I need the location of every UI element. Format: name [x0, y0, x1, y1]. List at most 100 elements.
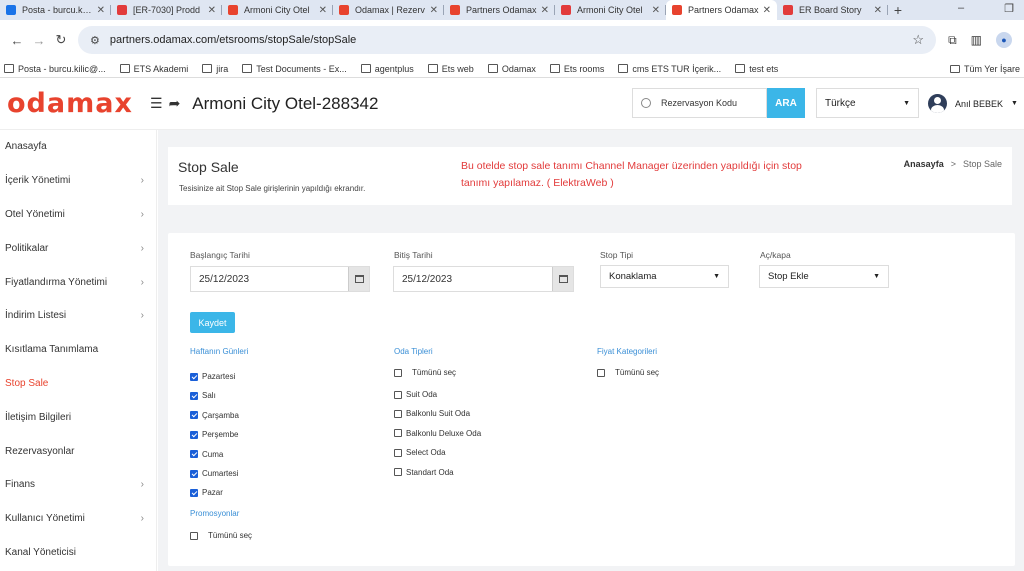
price-select-all[interactable]: Tümünü seç — [597, 368, 659, 377]
sidebar-item[interactable]: Fiyatlandırma Yönetimi › — [0, 265, 156, 299]
checkbox-icon[interactable] — [394, 409, 402, 418]
browser-tab[interactable]: Armoni City Otel ✕ — [222, 0, 333, 20]
redirect-arrow-icon[interactable]: ➦ — [169, 95, 181, 112]
day-checkbox[interactable]: Cumartesi — [190, 469, 238, 478]
checkbox-icon[interactable] — [394, 429, 402, 438]
reservation-search-input[interactable]: Rezervasyon Kodu — [632, 88, 767, 118]
forward-icon[interactable]: → — [28, 33, 50, 48]
close-tab-icon[interactable]: ✕ — [652, 5, 660, 16]
bookmark-item[interactable]: agentplus — [360, 64, 414, 74]
restore-icon[interactable]: ❐ — [1004, 2, 1014, 15]
close-tab-icon[interactable]: ✕ — [763, 5, 771, 16]
language-select[interactable]: Türkçe ▼ — [816, 88, 919, 118]
side-panel-icon[interactable]: ▥ — [971, 33, 982, 47]
browser-tab[interactable]: Armoni City Otel ✕ — [555, 0, 666, 20]
checkbox-icon[interactable] — [597, 368, 605, 377]
tab-favicon-icon — [228, 5, 238, 15]
bookmark-item[interactable]: cms ETS TUR İçerik... — [618, 64, 721, 74]
browser-tab[interactable]: [ER-7030] Prodd ✕ — [111, 0, 222, 20]
checkbox-icon[interactable] — [190, 430, 198, 439]
toggle-select[interactable]: Stop Ekle ▼ — [759, 265, 889, 288]
browser-tab[interactable]: Partners Odamax ✕ — [444, 0, 555, 20]
promotions-select-all[interactable]: Tümünü seç — [190, 531, 252, 540]
site-settings-icon[interactable]: ⚙ — [90, 34, 100, 47]
checkbox-icon[interactable] — [394, 368, 402, 377]
room-type-checkbox[interactable]: Balkonlu Suit Oda — [394, 409, 470, 418]
room-type-checkbox[interactable]: Suit Oda — [394, 390, 437, 399]
back-icon[interactable]: ← — [6, 33, 28, 48]
bookmark-item[interactable]: ETS Akademi — [119, 64, 188, 74]
browser-tab[interactable]: Partners Odamax ✕ — [666, 0, 777, 20]
checkbox-icon[interactable] — [394, 448, 402, 457]
minimize-icon[interactable]: – — [958, 2, 964, 15]
checkbox-icon[interactable] — [190, 450, 198, 459]
checkbox-icon[interactable] — [190, 372, 198, 381]
close-tab-icon[interactable]: ✕ — [430, 5, 438, 16]
close-tab-icon[interactable]: ✕ — [874, 5, 882, 16]
browser-tab[interactable]: Posta - burcu.kilic ✕ — [0, 0, 111, 20]
bookmark-item[interactable]: jira — [202, 64, 228, 74]
page-header: Stop Sale Tesisinize ait Stop Sale giriş… — [168, 147, 1012, 205]
sidebar-item[interactable]: Finans › — [0, 468, 156, 502]
day-checkbox[interactable]: Çarşamba — [190, 411, 239, 420]
room-type-checkbox[interactable]: Balkonlu Deluxe Oda — [394, 429, 481, 438]
rooms-select-all[interactable]: Tümünü seç — [394, 368, 456, 377]
save-button[interactable]: Kaydet — [190, 312, 235, 333]
bookmark-item[interactable]: Ets web — [427, 64, 474, 74]
bookmark-star-icon[interactable]: ☆ — [912, 32, 924, 48]
bookmark-item[interactable]: Posta - burcu.kilic@... — [4, 64, 106, 74]
checkbox-icon[interactable] — [190, 411, 198, 420]
bookmark-item[interactable]: test ets — [735, 64, 778, 74]
browser-tab[interactable]: Odamax | Rezerv ✕ — [333, 0, 444, 20]
odamax-logo[interactable]: odamax — [0, 88, 148, 119]
day-checkbox[interactable]: Perşembe — [190, 430, 238, 439]
sidebar-item[interactable]: İletişim Bilgileri — [0, 400, 156, 434]
checkbox-icon[interactable] — [190, 469, 198, 478]
sidebar-item[interactable]: Kanal Yöneticisi — [0, 536, 156, 570]
tab-favicon-icon — [672, 5, 682, 15]
all-bookmarks[interactable]: Tüm Yer İşare — [949, 64, 1020, 74]
sidebar-item[interactable]: Kullanıcı Yönetimi › — [0, 502, 156, 536]
calendar-icon[interactable] — [348, 267, 369, 291]
sidebar-item[interactable]: Rezervasyonlar — [0, 434, 156, 468]
reload-icon[interactable]: ↻ — [50, 32, 72, 48]
calendar-icon[interactable] — [552, 267, 573, 291]
end-date-input[interactable]: 25/12/2023 — [393, 266, 574, 292]
stop-type-select[interactable]: Konaklama ▼ — [600, 265, 729, 288]
room-type-checkbox[interactable]: Select Oda — [394, 448, 446, 457]
search-button[interactable]: ARA — [767, 88, 805, 118]
sidebar-item[interactable]: Otel Yönetimi › — [0, 198, 156, 232]
menu-toggle-icon[interactable]: ☰ — [150, 95, 163, 112]
checkbox-icon[interactable] — [190, 391, 198, 400]
sidebar-item[interactable]: Politikalar › — [0, 231, 156, 265]
breadcrumb-home[interactable]: Anasayfa — [904, 159, 944, 169]
start-date-input[interactable]: 25/12/2023 — [190, 266, 370, 292]
checkbox-icon[interactable] — [394, 390, 402, 399]
sidebar-item[interactable]: Kısıtlama Tanımlama — [0, 333, 156, 367]
browser-tab[interactable]: ER Board Story ✕ — [777, 0, 888, 20]
checkbox-icon[interactable] — [190, 531, 198, 540]
sidebar-item[interactable]: İndirim Listesi › — [0, 299, 156, 333]
checkbox-icon[interactable] — [190, 488, 198, 497]
close-tab-icon[interactable]: ✕ — [208, 5, 216, 16]
sidebar-item[interactable]: Anasayfa — [0, 130, 156, 164]
checkbox-icon[interactable] — [394, 468, 402, 477]
bookmark-item[interactable]: Odamax — [487, 64, 536, 74]
day-checkbox[interactable]: Pazar — [190, 488, 223, 497]
close-tab-icon[interactable]: ✕ — [97, 5, 105, 16]
profile-icon[interactable]: ● — [996, 32, 1012, 48]
close-tab-icon[interactable]: ✕ — [319, 5, 327, 16]
day-checkbox[interactable]: Salı — [190, 391, 216, 400]
day-checkbox[interactable]: Cuma — [190, 450, 223, 459]
bookmark-item[interactable]: Ets rooms — [549, 64, 604, 74]
day-checkbox[interactable]: Pazartesi — [190, 372, 235, 381]
extensions-icon[interactable]: ⧉ — [948, 33, 957, 48]
sidebar-item[interactable]: Stop Sale — [0, 367, 156, 401]
sidebar-item[interactable]: İçerik Yönetimi › — [0, 164, 156, 198]
url-field[interactable]: ⚙ partners.odamax.com/etsrooms/stopSale/… — [78, 26, 937, 54]
user-menu[interactable]: Anıl BEBEK ▼ — [928, 94, 1018, 113]
room-type-checkbox[interactable]: Standart Oda — [394, 468, 454, 477]
new-tab-button[interactable]: + — [888, 0, 908, 20]
close-tab-icon[interactable]: ✕ — [541, 5, 549, 16]
bookmark-item[interactable]: Test Documents - Ex... — [242, 64, 347, 74]
